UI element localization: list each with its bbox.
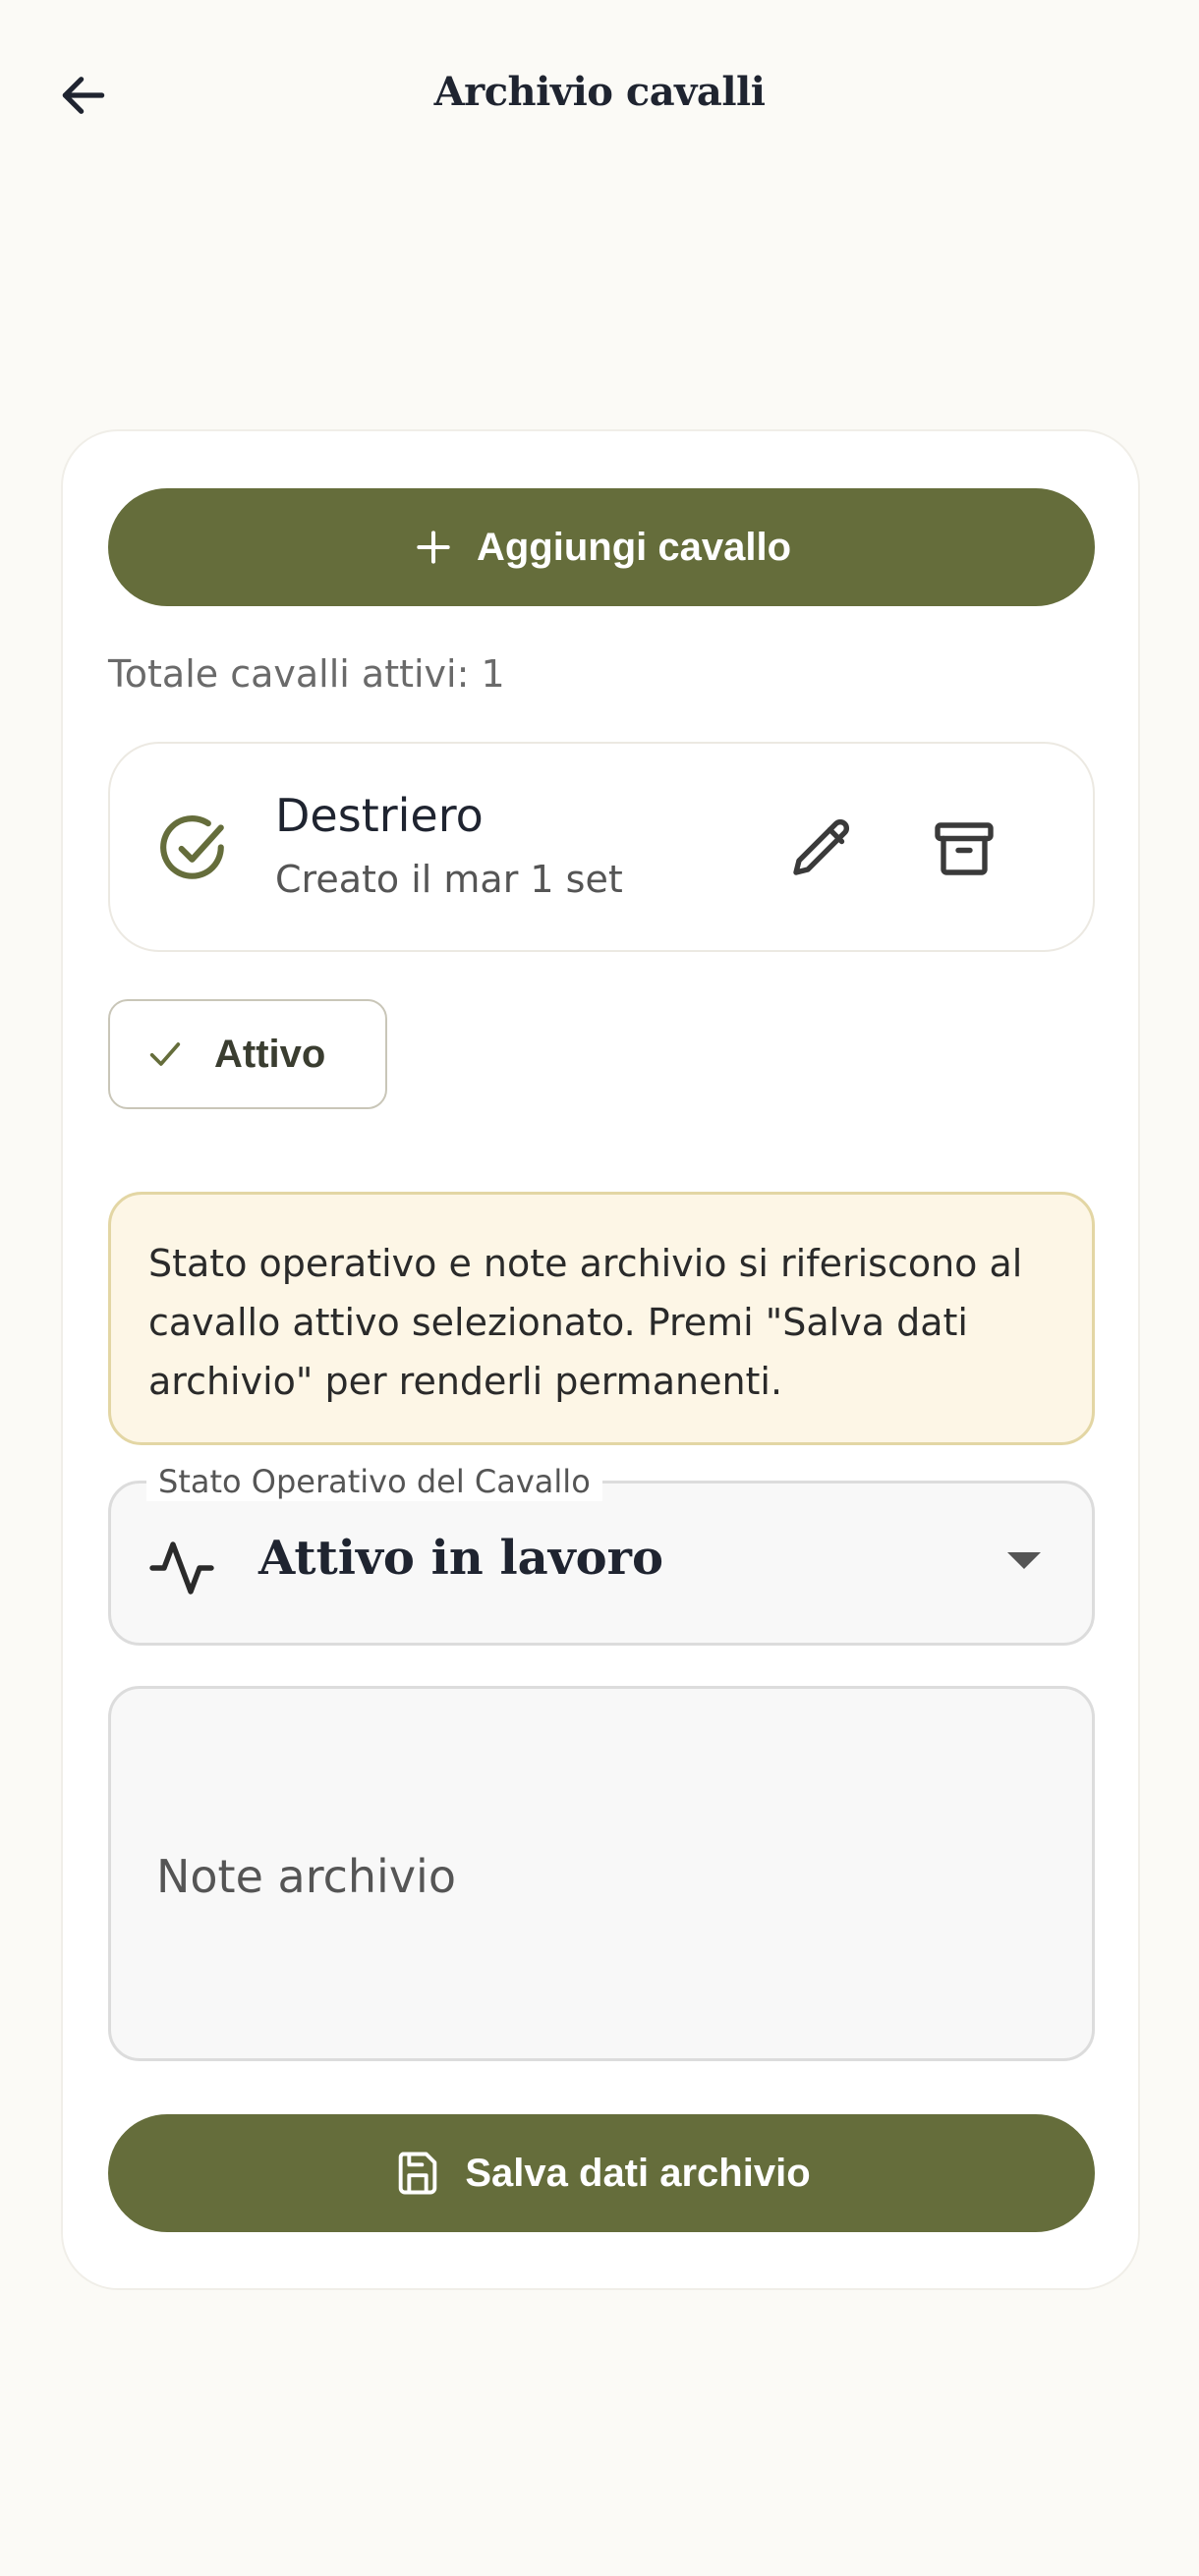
operational-status-value: Attivo in lavoro: [258, 1531, 663, 1586]
pencil-icon: [793, 819, 849, 875]
filter-chip-active[interactable]: Attivo: [108, 999, 387, 1109]
total-active-count: Totale cavalli attivi: 1: [108, 652, 505, 696]
page-title: Archivio cavalli: [433, 69, 766, 115]
horse-list-item[interactable]: Destriero Creato il mar 1 set: [108, 742, 1095, 952]
horse-name: Destriero: [275, 789, 484, 842]
edit-horse-button[interactable]: [778, 805, 867, 893]
check-icon: [149, 1042, 181, 1066]
archive-notes-field[interactable]: Note archivio: [108, 1686, 1095, 2061]
caret-down-icon: [1007, 1552, 1041, 1569]
filter-chip-label: Attivo: [214, 1032, 326, 1076]
info-banner: Stato operativo e note archivio si rifer…: [108, 1192, 1095, 1445]
operational-status-select[interactable]: Stato Operativo del Cavallo Attivo in la…: [108, 1462, 1095, 1646]
info-banner-text: Stato operativo e note archivio si rifer…: [148, 1242, 1023, 1403]
archive-notes-placeholder: Note archivio: [156, 1850, 456, 1903]
plus-icon: [417, 531, 450, 564]
app-bar: Archivio cavalli: [0, 0, 1199, 196]
check-circle-icon: [160, 815, 224, 879]
operational-status-label: Stato Operativo del Cavallo: [146, 1462, 602, 1501]
floppy-disk-icon: [399, 2152, 437, 2195]
archive-horse-button[interactable]: [920, 805, 1008, 893]
save-archive-label: Salva dati archivio: [465, 2151, 811, 2195]
activity-icon: [149, 1541, 214, 1595]
save-archive-button[interactable]: Salva dati archivio: [108, 2114, 1095, 2232]
add-horse-button[interactable]: Aggiungi cavallo: [108, 488, 1095, 606]
add-horse-label: Aggiungi cavallo: [476, 525, 792, 569]
archive-box-icon: [935, 822, 994, 875]
archive-card: Aggiungi cavallo Totale cavalli attivi: …: [61, 429, 1140, 2290]
horse-created-date: Creato il mar 1 set: [275, 858, 623, 901]
